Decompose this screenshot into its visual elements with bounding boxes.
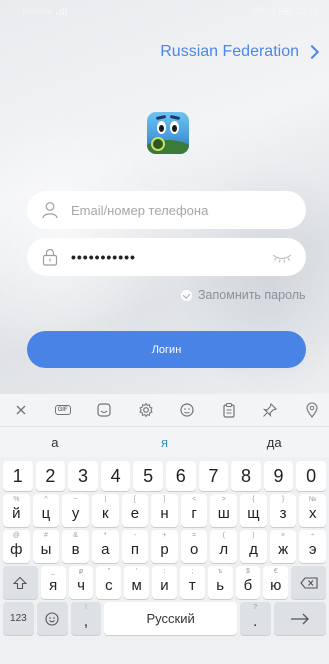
pin-icon[interactable] (259, 399, 281, 421)
letter-key[interactable]: $ б (235, 566, 261, 599)
space-label: Русский (146, 611, 195, 626)
settings-icon[interactable] (135, 399, 157, 421)
letter-key[interactable]: ÷ э (299, 530, 327, 563)
space-key[interactable]: Русский (104, 602, 237, 635)
letter-key[interactable]: № х (299, 494, 327, 527)
key-4[interactable]: 4 (100, 461, 131, 491)
emoji-icon[interactable] (176, 399, 198, 421)
suggestion-item[interactable]: да (219, 435, 329, 450)
letter-key[interactable]: " с (96, 566, 122, 599)
letter-key[interactable]: -п (121, 530, 149, 563)
letter-key[interactable]: {щ (240, 494, 267, 527)
letter-key[interactable]: ] н (151, 494, 178, 527)
letter-key[interactable]: ~ у (62, 494, 89, 527)
key-2[interactable]: 2 (35, 461, 66, 491)
status-bar: Beeline 96 % 11:58 (0, 0, 329, 22)
key-6[interactable]: 6 (165, 461, 196, 491)
keyboard-toolbar: GIF (0, 394, 329, 427)
clock: 11:58 (297, 6, 319, 16)
clipboard-icon[interactable] (218, 399, 240, 421)
email-placeholder: Email/номер телефона (71, 202, 209, 218)
letter-key[interactable]: @ ф (3, 530, 30, 563)
signal-icon (56, 7, 68, 15)
key-8[interactable]: 8 (231, 461, 261, 491)
key-5[interactable]: 5 (133, 461, 163, 491)
key-7[interactable]: 7 (198, 461, 229, 491)
battery-icon (279, 7, 294, 15)
remember-password-toggle[interactable]: Запомнить пароль (181, 288, 306, 302)
login-button[interactable]: Логин (27, 331, 306, 368)
letter-key[interactable]: ' м (124, 566, 150, 599)
letter-key[interactable]: | к (91, 494, 119, 527)
key-3[interactable]: 3 (68, 461, 98, 491)
location-icon[interactable] (301, 399, 323, 421)
letter-key[interactable]: ^ ц (32, 494, 60, 527)
suggestion-item[interactable]: я (110, 435, 220, 450)
number-row: 1 2 3 4 5 6 7 8 9 0 (0, 461, 329, 491)
arrow-right-icon (290, 613, 309, 624)
app-logo (147, 112, 189, 154)
mode-switch-key[interactable]: 123 (3, 602, 34, 635)
letter-key[interactable]: :и (152, 566, 177, 599)
letter-key[interactable]: * а (91, 530, 119, 563)
key-0[interactable]: 0 (296, 461, 326, 491)
emoji-key[interactable] (36, 602, 68, 635)
letter-row-1: % й ^ ц ~ у | к [е ] н < г > ш {щ } з № х (0, 494, 329, 527)
letter-row-2: @ ф # ы & в * а -п + р = о (л ) д × ж ÷ э (0, 530, 329, 563)
letter-key[interactable]: (л (210, 530, 238, 563)
password-field[interactable]: ••••••••••• (27, 238, 306, 276)
enter-key[interactable] (273, 602, 326, 635)
letter-key[interactable]: & в (62, 530, 89, 563)
letter-key[interactable]: _ я (40, 566, 66, 599)
suggestion-bar: а я да (0, 427, 329, 457)
shift-key[interactable] (3, 566, 38, 599)
carrier-label: Beeline (22, 6, 53, 16)
user-icon (41, 201, 59, 219)
letter-key[interactable]: % й (3, 494, 30, 527)
password-value: ••••••••••• (71, 249, 136, 265)
letter-key[interactable]: < г (180, 494, 208, 527)
country-label: Russian Federation (160, 43, 299, 60)
close-icon[interactable] (10, 399, 32, 421)
letter-key[interactable]: € ю (263, 566, 289, 599)
bottom-row: 123 !, Русский ?. (0, 602, 329, 635)
letter-key[interactable]: } з (269, 494, 297, 527)
letter-key[interactable]: × ж (269, 530, 297, 563)
letter-key[interactable]: ъь (207, 566, 233, 599)
remember-label: Запомнить пароль (198, 288, 306, 302)
check-icon[interactable] (181, 289, 192, 301)
suggestion-item[interactable]: а (0, 435, 110, 450)
email-field[interactable]: Email/номер телефона (27, 191, 306, 229)
backspace-icon (299, 576, 318, 589)
comma-key[interactable]: !, (70, 602, 102, 635)
shift-icon (13, 576, 28, 589)
letter-key[interactable]: ; т (179, 566, 205, 599)
soft-keyboard: GIF а я да 1 2 3 4 5 6 7 8 9 0 % й ^ ц ~… (0, 394, 329, 664)
country-selector[interactable]: Russian Federation (160, 43, 320, 61)
letter-row-3: _ я ₽ ч " с ' м :и ; т ъь $ б € ю (0, 566, 329, 599)
letter-key[interactable]: + р (151, 530, 178, 563)
letter-key[interactable]: # ы (32, 530, 60, 563)
letter-key[interactable]: ) д (240, 530, 267, 563)
battery-percent: 96 % (254, 6, 276, 16)
lock-icon (41, 248, 59, 266)
login-screen: Beeline 96 % 11:58 Russian Federation Em… (0, 0, 329, 394)
gif-icon[interactable]: GIF (52, 399, 74, 421)
period-key[interactable]: ?. (239, 602, 271, 635)
eye-closed-icon[interactable] (272, 251, 292, 263)
letter-key[interactable]: ₽ ч (68, 566, 94, 599)
sticker-icon[interactable] (93, 399, 115, 421)
smiley-icon (45, 611, 59, 626)
letter-key[interactable]: > ш (210, 494, 238, 527)
key-1[interactable]: 1 (3, 461, 33, 491)
letter-key[interactable]: = о (180, 530, 208, 563)
backspace-key[interactable] (291, 566, 326, 599)
letter-key[interactable]: [е (121, 494, 149, 527)
chevron-right-icon (304, 44, 320, 60)
key-9[interactable]: 9 (263, 461, 294, 491)
